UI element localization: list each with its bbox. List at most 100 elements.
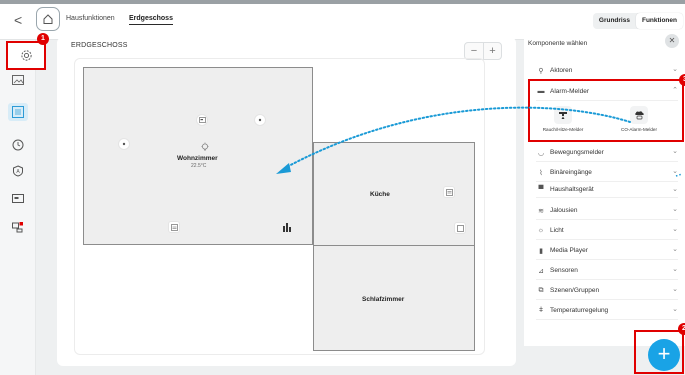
chevron-up-icon: ⌃ <box>672 87 678 94</box>
room-schlafzimmer[interactable]: Schlafzimmer <box>313 245 475 351</box>
category-label: Sensoren <box>550 267 578 274</box>
device-co-alarm-melder[interactable]: CO-Alarm-Melder <box>616 106 662 132</box>
category-haushaltsgeraet[interactable]: ▀ Haushaltsgerät ⌄ <box>536 182 678 198</box>
device-chip[interactable] <box>118 138 130 150</box>
category-alarm-melder[interactable]: ▬ Alarm-Melder ⌃ <box>536 83 678 101</box>
motion-icon: ◡ <box>537 149 545 157</box>
chevron-down-icon: ⌄ <box>672 168 678 175</box>
back-button[interactable]: < <box>14 13 22 27</box>
dot-icon <box>258 118 262 122</box>
monitor-icon <box>198 117 206 123</box>
device-chip[interactable] <box>254 114 266 126</box>
category-label: Aktoren <box>550 67 573 74</box>
window-frame <box>0 0 685 4</box>
device-chip[interactable] <box>196 114 208 126</box>
blinds-icon: ≋ <box>538 207 544 215</box>
chevron-down-icon: ⌄ <box>672 66 678 73</box>
annotation-badge-3: 3 <box>679 74 685 86</box>
category-media-player[interactable]: ▮ Media Player ⌄ <box>536 242 678 260</box>
annotation-badge-1: 1 <box>37 33 49 45</box>
sidebar-item-devices[interactable] <box>8 218 28 236</box>
device-chip[interactable] <box>168 221 180 233</box>
sidebar-item-floorplan[interactable] <box>8 103 28 121</box>
tab-erdgeschoss[interactable]: Erdgeschoss <box>129 15 173 25</box>
room-name-kueche: Küche <box>370 191 390 198</box>
add-button[interactable]: + <box>648 339 680 371</box>
category-aktoren[interactable]: ⚲ Aktoren ⌄ <box>536 62 678 80</box>
category-temperaturregelung[interactable]: ǂ Temperaturregelung ⌄ <box>536 302 678 320</box>
close-button[interactable]: ✕ <box>665 34 679 48</box>
sidebar-item-images[interactable] <box>8 71 28 89</box>
home-button[interactable] <box>36 7 60 31</box>
category-jalousien[interactable]: ≋ Jalousien ⌄ <box>536 202 678 220</box>
category-label: Bewegungsmelder <box>550 149 604 156</box>
chevron-down-icon: ⌄ <box>672 186 678 193</box>
panel-icon <box>456 224 464 232</box>
devices-icon <box>12 222 23 233</box>
image-icon <box>12 75 24 85</box>
annotation-badge-2: 2 <box>678 323 685 335</box>
shield-icon: A <box>13 165 23 177</box>
alarm-melder-section: ▬ Alarm-Melder ⌃ Rauch/Hitze-Melder CO-A… <box>528 79 684 142</box>
sidebar: A <box>0 40 46 375</box>
gear-icon <box>20 50 32 61</box>
tab-hausfunktionen[interactable]: Hausfunktionen <box>66 15 115 22</box>
device-rauch-hitze-melder[interactable]: Rauch/Hitze-Melder <box>542 106 584 132</box>
category-label: Haushaltsgerät <box>550 186 594 193</box>
room-name-wohnzimmer: Wohnzimmer <box>177 155 218 162</box>
category-binaereingaenge[interactable]: ⌇ Binäreingänge ⌄ <box>536 164 678 182</box>
view-funktionen-button[interactable]: Funktionen <box>635 13 683 29</box>
actuator-icon: ⚲ <box>538 67 544 75</box>
bulb-icon <box>199 141 211 153</box>
monitor-icon <box>12 194 24 203</box>
device-label: CO-Alarm-Melder <box>621 127 657 132</box>
floor-title: ERDGESCHOSS <box>71 42 128 49</box>
dot-icon <box>122 142 126 146</box>
timer-icon <box>12 139 24 151</box>
binary-input-icon: ⌇ <box>539 169 543 177</box>
component-panel-title: Komponente wählen <box>528 40 588 47</box>
room-wohnzimmer[interactable]: Wohnzimmer 22.5°C <box>83 67 313 245</box>
scenes-icon: ⧉ <box>538 286 544 294</box>
category-licht[interactable]: ☼ Licht ⌄ <box>536 222 678 240</box>
chevron-down-icon: ⌄ <box>672 226 678 233</box>
category-label: Licht <box>550 227 564 234</box>
zoom-in-button[interactable]: + <box>483 43 501 59</box>
room-name-schlafzimmer: Schlafzimmer <box>362 296 405 303</box>
component-panel: Komponente wählen ✕ ⚲ Aktoren ⌄ ▬ Alarm-… <box>524 30 685 346</box>
category-sensoren[interactable]: ⊿ Sensoren ⌄ <box>536 262 678 280</box>
sidebar-item-display[interactable] <box>8 190 28 208</box>
category-label: Media Player <box>550 247 588 254</box>
sidebar-item-timer[interactable] <box>8 136 28 154</box>
zoom-out-button[interactable]: − <box>465 43 483 59</box>
panel-icon <box>170 223 178 231</box>
room-kueche[interactable]: Küche <box>313 142 475 246</box>
svg-text:A: A <box>16 169 20 175</box>
sidebar-item-settings[interactable] <box>6 41 46 70</box>
bar-chart-icon[interactable] <box>282 222 292 232</box>
device-chip[interactable] <box>454 222 466 234</box>
add-button-highlight: + <box>634 330 684 374</box>
view-toggle: Grundriss Funktionen <box>592 13 683 29</box>
device-chip[interactable] <box>443 186 455 198</box>
appliance-icon: ▀ <box>538 186 544 193</box>
category-label: Szenen/Gruppen <box>550 287 600 294</box>
alarm-icon: ▬ <box>537 88 545 95</box>
chevron-down-icon: ⌄ <box>672 148 678 155</box>
floorplan-panel: ERDGESCHOSS − + Wohnzimmer 22.5°C Küche <box>57 37 516 366</box>
floorplan-icon <box>12 106 24 118</box>
smoke-detector-icon <box>554 106 572 124</box>
chevron-down-icon: ⌄ <box>672 266 678 273</box>
category-bewegungsmelder[interactable]: ◡ Bewegungsmelder ⌄ <box>536 144 678 162</box>
chevron-down-icon: ⌄ <box>672 246 678 253</box>
chevron-down-icon: ⌄ <box>672 286 678 293</box>
view-grundriss-button[interactable]: Grundriss <box>593 13 636 29</box>
home-icon <box>43 14 53 24</box>
thermometer-icon: ǂ <box>538 307 544 314</box>
chevron-down-icon: ⌄ <box>672 206 678 213</box>
category-szenen-gruppen[interactable]: ⧉ Szenen/Gruppen ⌄ <box>536 282 678 300</box>
category-label: Alarm-Melder <box>550 88 590 95</box>
sidebar-item-security[interactable]: A <box>8 162 28 180</box>
chevron-down-icon: ⌄ <box>672 306 678 313</box>
category-label: Jalousien <box>550 207 578 214</box>
